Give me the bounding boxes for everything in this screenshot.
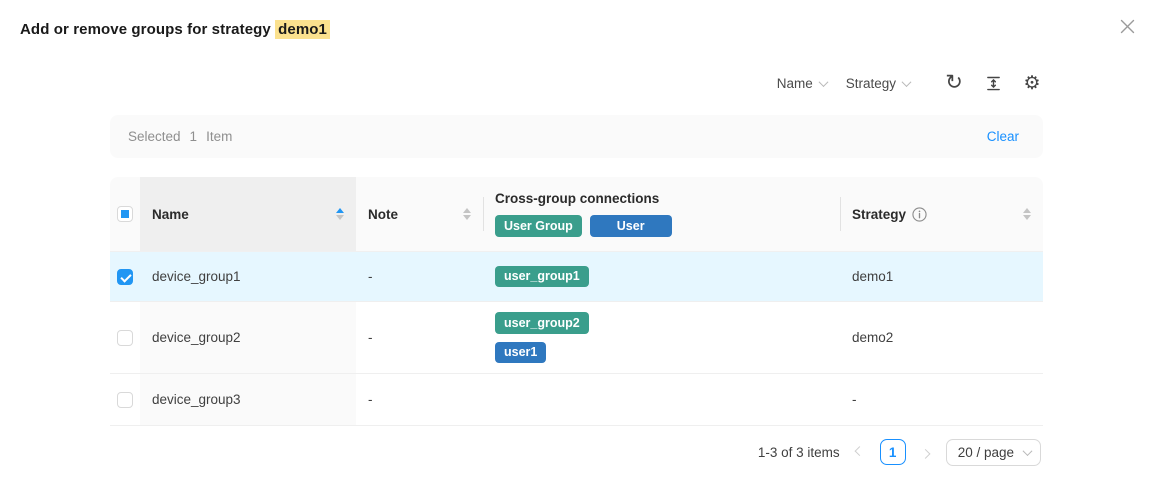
column-header-cross-group-label: Cross-group connections — [495, 191, 659, 206]
select-all-checkbox[interactable] — [117, 206, 133, 222]
cell-strategy: - — [840, 374, 1043, 425]
filter-strategy-dropdown[interactable]: Strategy — [846, 76, 910, 91]
cell-strategy: demo2 — [840, 302, 1043, 373]
column-header-name-label: Name — [152, 207, 189, 222]
legend-user-group-badge: User Group — [495, 215, 582, 237]
legend-user-badge: User — [590, 215, 672, 237]
refresh-button[interactable]: ↻ — [943, 72, 965, 94]
cell-cross-group — [483, 374, 840, 425]
column-header-note[interactable]: Note — [356, 177, 483, 251]
chevron-down-icon — [818, 77, 828, 87]
cell-name: device_group2 — [140, 302, 356, 373]
sort-ascending-icon — [463, 208, 471, 213]
row-checkbox-cell — [110, 302, 140, 373]
next-page-button[interactable] — [918, 444, 934, 460]
selected-label: Selected — [128, 129, 181, 144]
toolbar: Name Strategy ↻ ⚙ — [777, 70, 1043, 96]
close-button[interactable] — [1116, 15, 1138, 37]
cell-name: device_group3 — [140, 374, 356, 425]
groups-table: Name Note Cross-group connections User G… — [110, 177, 1043, 426]
row-checkbox[interactable] — [117, 269, 133, 285]
column-header-name[interactable]: Name — [140, 177, 356, 251]
row-height-button[interactable] — [982, 72, 1004, 94]
info-icon[interactable] — [912, 207, 927, 222]
gear-icon: ⚙ — [1023, 74, 1040, 93]
user-group-badge: user_group2 — [495, 312, 589, 334]
refresh-icon: ↻ — [945, 72, 963, 93]
cell-name: device_group1 — [140, 252, 356, 301]
chevron-left-icon — [855, 446, 865, 456]
sort-ascending-icon — [336, 208, 344, 213]
prev-page-button[interactable] — [852, 444, 868, 460]
row-checkbox[interactable] — [117, 330, 133, 346]
table-row[interactable]: device_group1 - user_group1 demo1 — [110, 252, 1043, 302]
sort-descending-icon — [336, 215, 344, 220]
sort-descending-icon — [463, 215, 471, 220]
column-height-icon — [985, 75, 1002, 92]
sort-ascending-icon — [1023, 208, 1031, 213]
sort-descending-icon — [1023, 215, 1031, 220]
sort-icons — [1023, 208, 1031, 221]
cell-note: - — [356, 374, 483, 425]
column-header-cross-group: Cross-group connections User Group User — [483, 177, 840, 251]
column-header-strategy-label: Strategy — [852, 207, 906, 222]
column-header-note-label: Note — [368, 207, 398, 222]
strategy-name-highlight: demo1 — [275, 20, 330, 39]
pagination-summary: 1-3 of 3 items — [758, 445, 840, 460]
cell-strategy: demo1 — [840, 252, 1043, 301]
row-checkbox[interactable] — [117, 392, 133, 408]
user-badge: user1 — [495, 342, 546, 364]
user-group-badge: user_group1 — [495, 266, 589, 288]
row-checkbox-cell — [110, 374, 140, 425]
settings-button[interactable]: ⚙ — [1021, 72, 1043, 94]
selected-count: 1 — [190, 129, 198, 144]
close-icon — [1119, 18, 1136, 35]
page-size-value: 20 / page — [958, 445, 1014, 460]
filter-name-dropdown[interactable]: Name — [777, 76, 827, 91]
table-row[interactable]: device_group3 - - — [110, 374, 1043, 426]
column-header-strategy[interactable]: Strategy — [840, 177, 1043, 251]
row-checkbox-cell — [110, 252, 140, 301]
toolbar-icons: ↻ ⚙ — [943, 72, 1043, 94]
cell-cross-group: user_group2 user1 — [483, 302, 840, 373]
table-header-row: Name Note Cross-group connections User G… — [110, 177, 1043, 252]
chevron-down-icon — [902, 77, 912, 87]
filter-strategy-label: Strategy — [846, 76, 896, 91]
sort-icons — [336, 208, 344, 221]
filter-name-label: Name — [777, 76, 813, 91]
sort-icons — [463, 208, 471, 221]
cell-cross-group: user_group1 — [483, 252, 840, 301]
chevron-right-icon — [921, 448, 931, 458]
page-size-select[interactable]: 20 / page — [946, 439, 1041, 466]
selected-unit: Item — [206, 129, 232, 144]
page-title: Add or remove groups for strategy demo1 — [20, 21, 330, 38]
selection-bar: Selected 1 Item Clear — [110, 115, 1043, 158]
current-page-button[interactable]: 1 — [880, 439, 906, 465]
clear-selection-link[interactable]: Clear — [987, 129, 1019, 144]
table-row[interactable]: device_group2 - user_group2 user1 demo2 — [110, 302, 1043, 374]
cell-note: - — [356, 302, 483, 373]
chevron-down-icon — [1023, 446, 1033, 456]
page-title-text: Add or remove groups for strategy — [20, 21, 271, 38]
header-checkbox-cell — [110, 177, 140, 251]
pagination: 1-3 of 3 items 1 20 / page — [758, 438, 1041, 466]
badge-legend: User Group User — [495, 215, 672, 237]
cell-note: - — [356, 252, 483, 301]
